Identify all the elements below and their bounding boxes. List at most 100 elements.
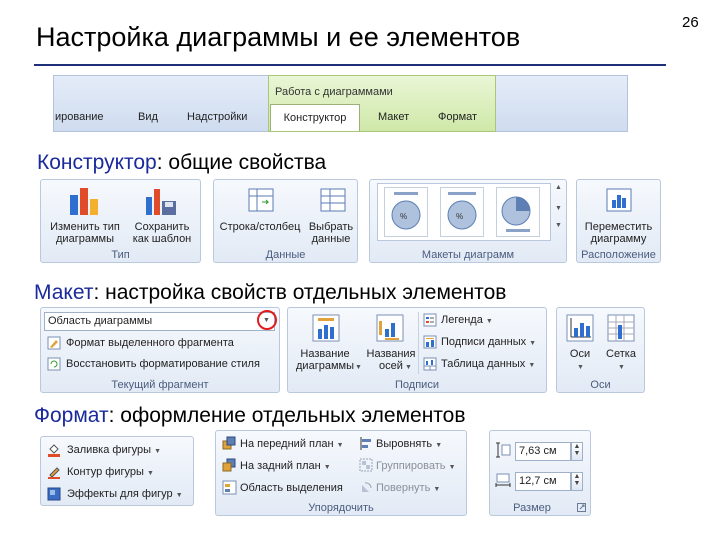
gridlines-icon	[607, 314, 635, 342]
shape-outline-icon	[48, 467, 60, 479]
data-labels-label: Подписи данных	[441, 336, 527, 348]
gridlines-button[interactable]: Сетка	[600, 348, 642, 360]
shape-outline-button[interactable]: Контур фигуры ▼	[67, 466, 154, 478]
select-data-button[interactable]: Выбрать данные	[306, 221, 356, 245]
height-spinner[interactable]: ▲ ▼	[571, 442, 583, 461]
shape-effects-arrow-icon: ▼	[175, 492, 183, 499]
shape-outline-label: Контур фигуры	[67, 466, 144, 478]
more-icon[interactable]: ▼	[553, 222, 564, 229]
shape-height-input[interactable]: 7,63 см	[515, 442, 571, 461]
bring-forward-icon	[222, 436, 236, 450]
axis-titles-arrow-icon[interactable]: ▼	[405, 364, 412, 371]
width-spinner[interactable]: ▲ ▼	[571, 472, 583, 491]
shape-fill-arrow-icon: ▼	[154, 448, 162, 455]
data-labels-arrow-icon: ▼	[529, 340, 537, 347]
slide-title: Настройка диаграммы и ее элементов	[36, 22, 521, 52]
layout-thumb-3-icon[interactable]	[496, 187, 540, 237]
gridlines-arrow-icon[interactable]: ▼	[618, 364, 625, 371]
selection-pane-icon	[222, 480, 237, 495]
axis-titles-line1: Названия	[366, 348, 416, 360]
group-button[interactable]: Группировать ▼	[376, 460, 456, 472]
group-icon	[359, 458, 373, 472]
current-selection-label: Текущий фрагмент	[111, 379, 209, 391]
shape-height-icon	[496, 442, 511, 458]
save-template-line1: Сохранить	[134, 221, 190, 233]
height-up-icon[interactable]: ▲	[572, 443, 582, 450]
legend-button[interactable]: Легенда ▼	[441, 314, 493, 326]
tab-partial[interactable]: ирование	[55, 111, 104, 123]
bring-forward-arrow-icon: ▼	[336, 442, 344, 449]
highlight-circle	[257, 310, 277, 330]
width-up-icon[interactable]: ▲	[572, 473, 582, 480]
axis-titles-icon	[376, 314, 404, 342]
scroll-down-icon[interactable]: ▼	[553, 205, 564, 212]
rotate-button[interactable]: Повернуть ▼	[376, 482, 440, 494]
chart-elements-dropdown[interactable]: Область диаграммы	[44, 312, 275, 331]
shape-fill-button[interactable]: Заливка фигуры ▼	[67, 444, 161, 456]
shape-outline-arrow-icon: ▼	[146, 470, 154, 477]
tab-design[interactable]: Конструктор	[270, 104, 360, 131]
scroll-up-icon[interactable]: ▲	[553, 184, 564, 191]
selection-pane-button[interactable]: Область выделения	[240, 482, 343, 494]
bring-forward-button[interactable]: На передний план ▼	[240, 438, 344, 450]
shape-effects-button[interactable]: Эффекты для фигур ▼	[67, 488, 183, 500]
legend-label: Легенда	[441, 314, 483, 326]
legend-icon	[423, 313, 437, 327]
labels-group-label: Подписи	[395, 379, 439, 391]
select-data-line2: данные	[311, 233, 351, 245]
switch-row-column-button[interactable]: Строка/столбец	[216, 221, 304, 233]
layout-description: : настройка свойств отдельных элементов	[93, 281, 507, 304]
title-underline	[34, 64, 666, 66]
layouts-gallery-scroll[interactable]: ▲ ▼ ▼	[553, 184, 564, 240]
data-table-button[interactable]: Таблица данных ▼	[441, 358, 535, 370]
send-backward-arrow-icon: ▼	[323, 464, 331, 471]
reset-style-icon	[47, 357, 61, 371]
save-template-line2: как шаблон	[132, 233, 192, 245]
location-group-label: Расположение	[581, 249, 656, 261]
chart-tools-label: Работа с диаграммами	[275, 86, 393, 98]
tab-addins[interactable]: Надстройки	[187, 111, 247, 123]
axes-button[interactable]: Оси	[561, 348, 599, 360]
width-down-icon[interactable]: ▼	[572, 480, 582, 487]
reset-style-button[interactable]: Восстановить форматирование стиля	[66, 358, 260, 370]
chart-title-arrow-icon[interactable]: ▼	[355, 364, 362, 371]
send-backward-button[interactable]: На задний план ▼	[240, 460, 331, 472]
format-selection-button[interactable]: Формат выделенного фрагмента	[66, 337, 234, 349]
shape-effects-icon	[47, 487, 61, 501]
design-description: : общие свойства	[156, 151, 327, 174]
design-keyword: Конструктор	[37, 151, 157, 174]
design-heading: Конструктор: общие свойства	[37, 151, 326, 175]
chart-title-button[interactable]: Название диаграммы	[289, 348, 361, 372]
align-label: Выровнять	[376, 438, 433, 450]
move-chart-line1: Переместить	[584, 221, 653, 233]
data-table-arrow-icon: ▼	[528, 362, 536, 369]
bring-forward-label: На передний план	[240, 438, 334, 450]
layout-keyword: Макет	[34, 281, 94, 304]
shape-width-input[interactable]: 12,7 см	[515, 472, 571, 491]
tab-view[interactable]: Вид	[138, 111, 158, 123]
size-dialog-launcher-icon[interactable]	[577, 503, 587, 513]
save-template-icon	[146, 189, 176, 215]
height-down-icon[interactable]: ▼	[572, 450, 582, 457]
layout-thumb-2-icon[interactable]: %	[440, 187, 484, 237]
rotate-label: Повернуть	[376, 482, 431, 494]
layout-heading: Макет: настройка свойств отдельных элеме…	[34, 281, 506, 305]
send-backward-label: На задний план	[240, 460, 321, 472]
align-button[interactable]: Выровнять ▼	[376, 438, 442, 450]
tab-layout[interactable]: Макет	[378, 111, 409, 123]
shape-height-value: 7,63 см	[519, 445, 557, 457]
tab-format[interactable]: Формат	[438, 111, 477, 123]
page-number: 26	[682, 14, 699, 31]
change-type-line1: Изменить тип	[50, 221, 120, 233]
data-labels-button[interactable]: Подписи данных ▼	[441, 336, 536, 348]
axes-arrow-icon[interactable]: ▼	[577, 364, 584, 371]
type-group-label: Тип	[111, 249, 130, 261]
layout-thumb-1-icon[interactable]: %	[384, 187, 428, 237]
shape-effects-label: Эффекты для фигур	[67, 488, 173, 500]
switch-row-column-icon	[248, 188, 274, 212]
chart-title-icon	[312, 314, 340, 342]
save-as-template-button[interactable]: Сохранить как шаблон	[124, 221, 200, 245]
axes-icon	[566, 314, 594, 342]
change-chart-type-button[interactable]: Изменить тип диаграммы	[45, 221, 125, 245]
move-chart-button[interactable]: Переместить диаграмму	[577, 221, 660, 245]
